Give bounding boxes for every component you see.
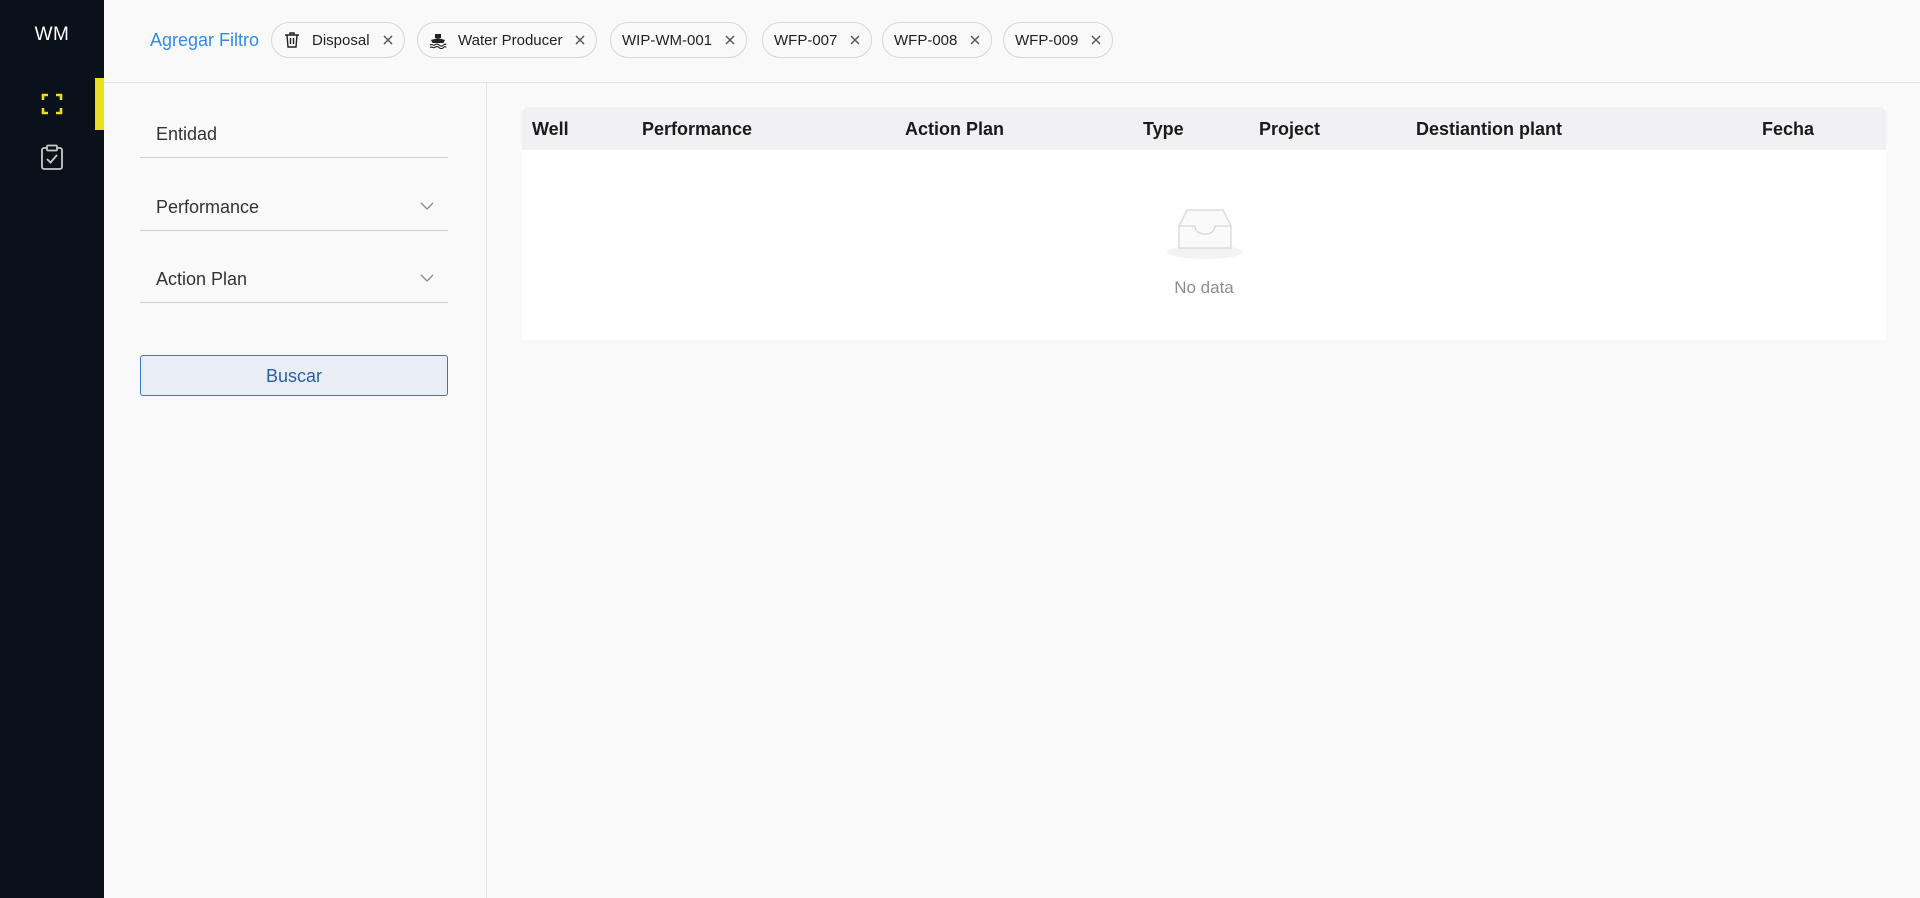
- results-table: Well Performance Action Plan Type Projec…: [522, 107, 1886, 340]
- empty-state: No data: [522, 150, 1886, 340]
- chip-label: WFP-008: [894, 31, 958, 49]
- empty-text: No data: [1174, 278, 1234, 297]
- close-icon[interactable]: [724, 34, 736, 46]
- sidebar-item-scan[interactable]: [0, 78, 104, 130]
- column-header-fecha[interactable]: Fecha: [1762, 119, 1814, 140]
- trash-icon: [285, 32, 299, 48]
- entidad-label: Entidad: [156, 124, 218, 144]
- close-icon[interactable]: [382, 34, 394, 46]
- search-panel: Entidad Performance Action Plan Buscar: [104, 83, 487, 898]
- chip-label: WIP-WM-001: [622, 31, 712, 49]
- close-icon[interactable]: [574, 34, 586, 46]
- chip-label: WFP-007: [774, 31, 838, 49]
- filter-chip-wfp-009[interactable]: WFP-009: [1003, 22, 1114, 58]
- chip-label: Disposal: [312, 31, 370, 49]
- chevron-down-icon: [420, 274, 434, 282]
- add-filter-link[interactable]: Agregar Filtro: [150, 30, 259, 51]
- filter-bar: Agregar Filtro Disposal Water Producer W…: [104, 0, 1920, 83]
- column-header-destination-plant[interactable]: Destiantion plant: [1416, 119, 1562, 140]
- clipboard-check-icon: [41, 144, 63, 170]
- filter-chip-wfp-008[interactable]: WFP-008: [882, 22, 993, 58]
- action-plan-label: Action Plan: [156, 269, 248, 289]
- filter-chip-wfp-007[interactable]: WFP-007: [762, 22, 873, 58]
- chip-label: Water Producer: [458, 31, 563, 49]
- app-logo: WM: [34, 24, 70, 45]
- filter-chip-water-producer[interactable]: Water Producer: [417, 22, 598, 58]
- empty-inbox-icon: [1167, 209, 1243, 259]
- close-icon[interactable]: [969, 34, 981, 46]
- filter-chip-disposal[interactable]: Disposal: [271, 22, 405, 58]
- entidad-field[interactable]: Entidad: [140, 110, 448, 158]
- chevron-down-icon: [420, 202, 434, 210]
- filter-chip-wip-wm-001[interactable]: WIP-WM-001: [610, 22, 747, 58]
- scan-frame-icon: [41, 93, 63, 115]
- search-button[interactable]: Buscar: [140, 355, 448, 396]
- close-icon[interactable]: [1090, 34, 1102, 46]
- column-header-performance[interactable]: Performance: [642, 119, 752, 140]
- column-header-well[interactable]: Well: [532, 119, 569, 140]
- column-header-type[interactable]: Type: [1143, 119, 1184, 140]
- action-plan-select[interactable]: Action Plan: [140, 255, 448, 303]
- column-header-action-plan[interactable]: Action Plan: [905, 119, 1004, 140]
- water-ship-icon: [429, 34, 447, 49]
- table-header: Well Performance Action Plan Type Projec…: [522, 107, 1886, 150]
- performance-label: Performance: [156, 197, 260, 217]
- sidebar-item-tasks[interactable]: [0, 130, 104, 182]
- chip-label: WFP-009: [1015, 31, 1079, 49]
- sidebar: WM: [0, 0, 104, 898]
- column-header-project[interactable]: Project: [1259, 119, 1320, 140]
- close-icon[interactable]: [849, 34, 861, 46]
- performance-select[interactable]: Performance: [140, 183, 448, 231]
